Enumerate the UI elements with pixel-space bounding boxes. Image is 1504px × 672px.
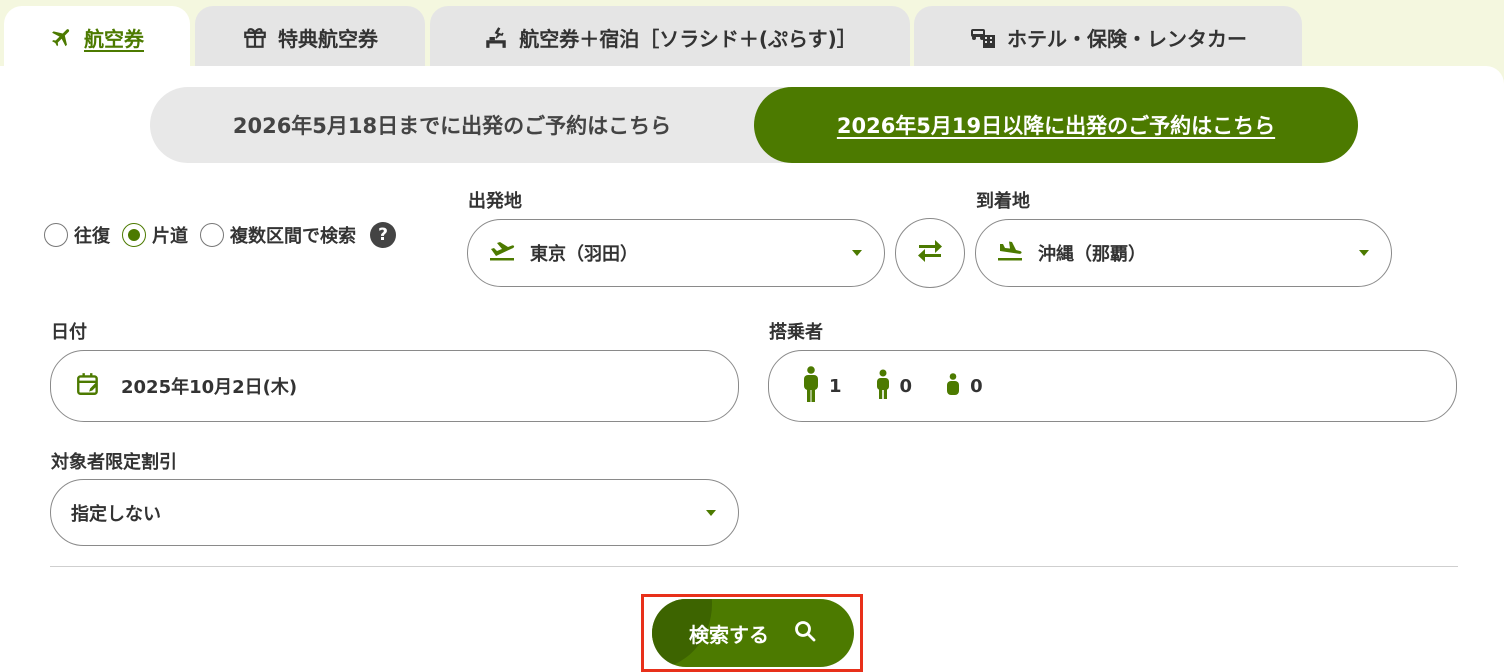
chevron-down-icon [852, 250, 862, 256]
search-button-label: 検索する [689, 622, 769, 647]
tab-flight-hotel[interactable]: 航空券＋宿泊［ソラシド＋(ぷらす)］ [430, 6, 910, 68]
departure-period-toggle: 2026年5月18日までに出発のご予約はこちら 2026年5月19日以降に出発の… [150, 87, 1358, 163]
radio-multi-city[interactable]: 複数区間で検索 [200, 222, 356, 248]
swap-airports-button[interactable] [895, 218, 965, 288]
infant-icon [946, 373, 960, 399]
before-date-option[interactable]: 2026年5月18日までに出発のご予約はこちら [150, 87, 754, 163]
passengers-label: 搭乗者 [769, 322, 823, 343]
tab-flights[interactable]: 航空券 [4, 6, 190, 68]
infant-count-value: 0 [970, 375, 983, 397]
radio-round-trip-label: 往復 [74, 226, 110, 247]
date-picker[interactable]: 2025年10月2日(木) [50, 350, 739, 422]
tab-flights-label: 航空券 [84, 26, 144, 51]
adult-count: 1 [803, 366, 842, 406]
divider [50, 566, 1458, 567]
date-value: 2025年10月2日(木) [121, 377, 298, 398]
calendar-icon [75, 371, 101, 401]
search-icon [793, 619, 817, 647]
radio-circle [200, 223, 224, 247]
chevron-down-icon [706, 509, 716, 516]
help-icon[interactable]: ? [370, 222, 396, 248]
radio-one-way[interactable]: 片道 [122, 222, 188, 248]
flight-hotel-icon [483, 24, 509, 50]
search-panel: 2026年5月18日までに出発のご予約はこちら 2026年5月19日以降に出発の… [0, 66, 1504, 672]
child-icon [876, 369, 890, 403]
destination-value: 沖縄（那覇） [1038, 244, 1146, 265]
origin-select[interactable]: 東京（羽田） [467, 219, 885, 287]
child-count: 0 [876, 369, 913, 403]
tab-flight-hotel-label: 航空券＋宿泊［ソラシド＋(ぷらす)］ [519, 26, 857, 51]
gift-icon [242, 24, 268, 50]
car-hotel-icon [969, 24, 997, 50]
tab-hotel-insurance-rental-label: ホテル・保険・レンタカー [1007, 26, 1247, 51]
after-date-option[interactable]: 2026年5月19日以降に出発のご予約はこちら [754, 87, 1358, 163]
tab-hotel-insurance-rental[interactable]: ホテル・保険・レンタカー [914, 6, 1302, 68]
child-count-value: 0 [899, 375, 913, 397]
destination-label: 到着地 [976, 191, 1030, 212]
trip-type-group: 往復 片道 複数区間で検索 ? [44, 222, 396, 248]
radio-circle [122, 223, 146, 247]
discount-select[interactable]: 指定しない [50, 479, 739, 546]
airplane-icon [50, 25, 74, 49]
tab-award-tickets-label: 特典航空券 [278, 26, 378, 51]
chevron-down-icon [1359, 250, 1369, 256]
infant-count: 0 [946, 373, 983, 399]
passengers-selector[interactable]: 1 0 0 [768, 350, 1457, 422]
date-label: 日付 [51, 322, 87, 343]
tab-award-tickets[interactable]: 特典航空券 [195, 6, 425, 68]
origin-label: 出発地 [468, 191, 522, 212]
swap-icon [917, 240, 943, 266]
radio-one-way-label: 片道 [152, 226, 188, 247]
takeoff-icon [488, 240, 516, 266]
search-button[interactable]: 検索する [652, 599, 854, 667]
adult-count-value: 1 [829, 375, 842, 397]
radio-circle [44, 223, 68, 247]
radio-round-trip[interactable]: 往復 [44, 222, 110, 248]
discount-value: 指定しない [71, 503, 161, 525]
origin-value: 東京（羽田） [530, 244, 638, 265]
radio-multi-city-label: 複数区間で検索 [230, 226, 356, 247]
destination-select[interactable]: 沖縄（那覇） [975, 219, 1392, 287]
discount-label: 対象者限定割引 [51, 452, 177, 473]
landing-icon [996, 240, 1024, 266]
adult-icon [803, 366, 819, 406]
